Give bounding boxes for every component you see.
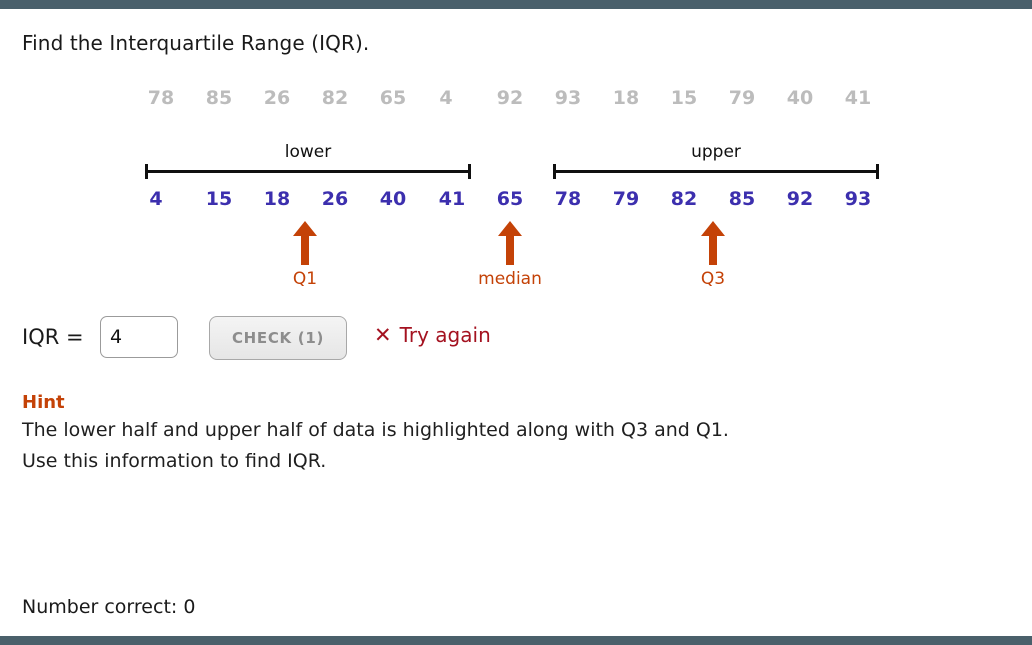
sorted-value: 85	[728, 188, 756, 210]
sorted-value: 65	[496, 188, 524, 210]
bracket-bar	[553, 170, 879, 173]
bracket-lower	[145, 164, 471, 179]
sorted-value: 93	[844, 188, 872, 210]
unsorted-value: 79	[728, 87, 756, 109]
hint-line-1: The lower half and upper half of data is…	[22, 419, 729, 441]
unsorted-value: 40	[786, 87, 814, 109]
annotation-label-median: median	[478, 269, 542, 289]
iqr-equals-label: IQR =	[22, 325, 84, 349]
sorted-value: 18	[263, 188, 291, 210]
unsorted-value: 92	[496, 87, 524, 109]
sorted-value: 26	[321, 188, 349, 210]
unsorted-value: 78	[147, 87, 175, 109]
bracket-label-lower: lower	[284, 142, 332, 162]
hint-block: Hint The lower half and upper half of da…	[22, 392, 922, 477]
unsorted-value: 26	[263, 87, 291, 109]
sorted-value: 15	[205, 188, 233, 210]
hint-title: Hint	[22, 392, 65, 413]
unsorted-value: 41	[844, 87, 872, 109]
bracket-tick-right	[468, 164, 471, 179]
check-button[interactable]: CHECK (1)	[209, 316, 347, 360]
bracket-label-upper: upper	[691, 142, 741, 162]
annotation-label-q1: Q1	[292, 269, 318, 289]
arrow-up-icon-q1	[290, 219, 320, 267]
answer-row: IQR = CHECK (1) ✕ Try again	[0, 312, 1032, 368]
iqr-answer-input[interactable]	[100, 316, 178, 358]
unsorted-value: 93	[554, 87, 582, 109]
annotation-label-q3: Q3	[700, 269, 726, 289]
arrow-up-icon-q3	[698, 219, 728, 267]
x-mark-icon: ✕	[374, 322, 392, 347]
bracket-upper	[553, 164, 879, 179]
hint-line-2: Use this information to find IQR.	[22, 449, 327, 472]
top-accent-bar	[0, 0, 1032, 9]
sorted-value: 4	[149, 188, 163, 210]
sorted-value: 79	[612, 188, 640, 210]
sorted-value: 78	[554, 188, 582, 210]
unsorted-value: 4	[439, 87, 453, 109]
unsorted-value: 15	[670, 87, 698, 109]
feedback-message: ✕ Try again	[374, 323, 491, 347]
bottom-accent-bar	[0, 636, 1032, 645]
sorted-value: 82	[670, 188, 698, 210]
unsorted-value: 85	[205, 87, 233, 109]
unsorted-value: 18	[612, 87, 640, 109]
score-text: Number correct: 0	[22, 596, 196, 618]
bracket-bar	[145, 170, 471, 173]
sorted-value: 41	[438, 188, 466, 210]
sorted-value: 92	[786, 188, 814, 210]
exercise-page: Find the Interquartile Range (IQR). 78 85…	[0, 9, 1032, 636]
unsorted-value: 82	[321, 87, 349, 109]
arrow-up-icon-median	[495, 219, 525, 267]
feedback-text: Try again	[399, 323, 491, 347]
sorted-value: 40	[379, 188, 407, 210]
unsorted-value: 65	[379, 87, 407, 109]
page-title: Find the Interquartile Range (IQR).	[22, 31, 370, 55]
bracket-tick-right	[876, 164, 879, 179]
